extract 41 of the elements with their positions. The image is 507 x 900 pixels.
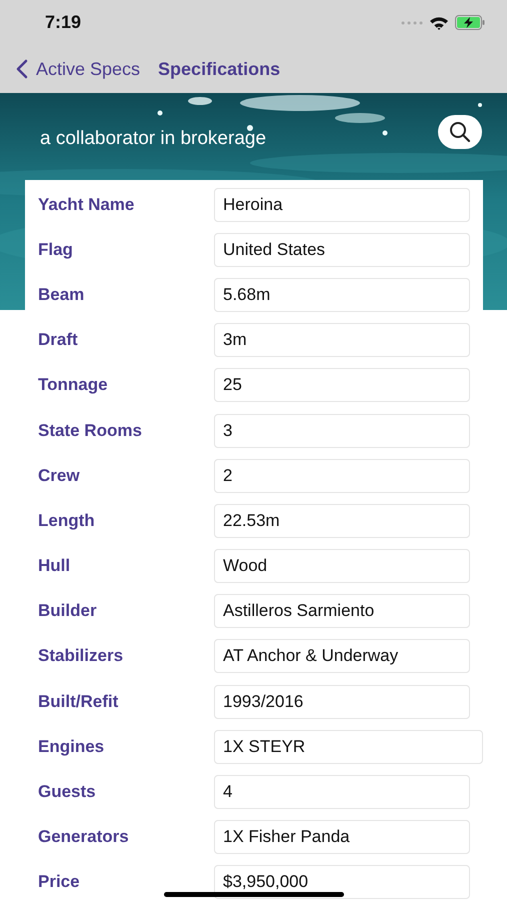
spec-field[interactable]: Astilleros Sarmiento (214, 594, 470, 628)
nav-title: Specifications (158, 58, 280, 80)
wifi-icon (429, 16, 449, 30)
spec-field[interactable]: 1X Fisher Panda (214, 820, 470, 854)
battery-charging-icon (455, 15, 485, 30)
spec-label: Built/Refit (38, 692, 120, 712)
spec-label: Builder (38, 601, 98, 622)
spec-label: Beam (38, 284, 86, 305)
spec-label: Guests (38, 782, 97, 802)
spec-label: Draft (38, 330, 79, 350)
spec-label: Hull (38, 556, 72, 576)
spec-label: Tonnage (38, 375, 109, 396)
spec-field[interactable]: 5.68m (214, 278, 470, 312)
spec-field[interactable]: 2 (214, 458, 470, 493)
spec-field[interactable]: 1993/2016 (214, 684, 470, 719)
spec-field[interactable]: United States (214, 232, 470, 267)
search-icon (448, 120, 472, 144)
spec-field[interactable]: AT Anchor & Underway (214, 639, 470, 674)
spec-field[interactable]: 1X STEYR (214, 730, 483, 764)
spec-field[interactable]: 4 (214, 775, 470, 810)
spec-label: State Rooms (38, 420, 143, 441)
spec-field[interactable]: Heroina (214, 188, 470, 222)
spec-label: Crew (38, 466, 81, 486)
spec-label: Generators (38, 827, 130, 848)
spec-field[interactable]: 22.53m (214, 504, 470, 538)
back-button[interactable]: Active Specs (16, 58, 140, 80)
spec-field[interactable]: 25 (214, 368, 470, 402)
spec-label: Engines (38, 736, 106, 757)
spec-label: Yacht Name (38, 194, 136, 215)
spec-field[interactable]: 3m (214, 323, 470, 358)
spec-label: Price (38, 872, 81, 892)
spec-field[interactable]: 3 (214, 414, 470, 448)
spec-field[interactable]: Wood (214, 549, 470, 584)
spec-label: Flag (38, 240, 74, 260)
spec-label: Length (38, 510, 96, 531)
chevron-left-icon (16, 59, 28, 79)
spec-label: Stabilizers (38, 646, 124, 666)
signal-icon (401, 20, 423, 24)
spec-field[interactable]: $3,950,000 (214, 865, 470, 900)
status-time: 7:19 (45, 12, 82, 33)
tagline: a collaborator in brokerage (40, 128, 266, 150)
